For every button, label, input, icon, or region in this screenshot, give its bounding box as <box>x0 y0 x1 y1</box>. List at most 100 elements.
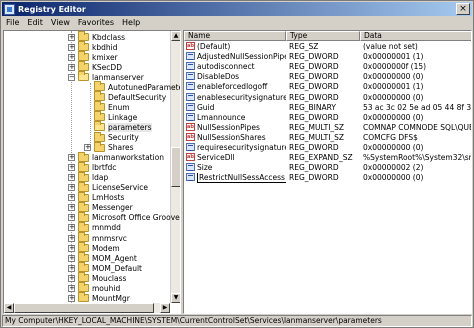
expand-icon[interactable]: + <box>68 164 75 172</box>
expand-icon[interactable]: + <box>84 144 91 152</box>
menu-file[interactable]: File <box>2 18 23 27</box>
folder-icon <box>78 282 89 293</box>
value-name-cell: ab (Default) <box>186 42 286 52</box>
scroll-up-icon[interactable]: ▲ <box>171 31 180 41</box>
value-type-cell: REG_DWORD <box>289 52 339 62</box>
expand-icon[interactable]: + <box>68 214 75 222</box>
tree-item-mouclass[interactable]: + Mouclass <box>68 272 126 283</box>
tree-item-ksecdd[interactable]: + KSecDD <box>68 61 122 72</box>
tree-item-mountmgr[interactable]: + MountMgr <box>68 292 130 303</box>
value-row[interactable]: enableforcedlogoff REG_DWORD 0x00000001 (1… <box>184 82 471 92</box>
value-row[interactable]: enablesecuritysignature REG_DWORD 0x000000… <box>184 92 471 103</box>
expand-icon[interactable]: + <box>68 154 75 162</box>
value-name-cell: ab ServiceDll <box>186 153 286 163</box>
value-name: NullSessionShares <box>197 132 266 142</box>
title-bar[interactable]: Registry Editor × <box>2 2 472 16</box>
registry-values-list[interactable]: Name Type Data ab (Default) REG_SZ (value n… <box>183 30 472 314</box>
folder-icon <box>78 221 89 232</box>
tree-hscroll-thumb[interactable] <box>14 303 154 313</box>
string-value-icon: ab <box>186 122 195 131</box>
tree-item-mnmsrvc[interactable]: + mnmsrvc <box>68 232 127 243</box>
scroll-right-icon[interactable]: ▶ <box>160 303 170 313</box>
tree-item-lmhosts[interactable]: + LmHosts <box>68 191 124 203</box>
expand-icon[interactable]: + <box>68 244 75 252</box>
tree-item-kbdclass[interactable]: + Kbdclass <box>68 31 126 42</box>
expand-icon[interactable]: + <box>68 174 75 182</box>
tree-item-kbdhid[interactable]: + kbdhid <box>68 41 117 52</box>
value-row[interactable]: autodisconnect REG_DWORD 0x0000000f (15) <box>184 62 471 72</box>
tree-item-label: DefaultSecurity <box>108 92 167 102</box>
scroll-left-icon[interactable]: ◀ <box>4 303 14 313</box>
tree-horizontal-scrollbar[interactable]: ◀ ▶ <box>4 303 170 313</box>
value-type-cell: REG_SZ <box>289 42 319 51</box>
tree-item-shares[interactable]: + Shares <box>84 141 134 153</box>
tree-item-security[interactable]: Security <box>84 131 139 143</box>
tree-item-linkage[interactable]: Linkage <box>84 111 137 122</box>
column-header-type[interactable]: Type <box>286 31 360 41</box>
binary-value-icon <box>186 82 195 91</box>
tree-vertical-scrollbar[interactable]: ▲ ▼ <box>170 31 180 303</box>
value-name-edit-field[interactable]: RestrictNullSessAccess <box>197 173 286 184</box>
tree-item-ldap[interactable]: + ldap <box>68 171 108 183</box>
value-row[interactable]: AdjustedNullSessionPipes REG_DWORD 0x00000… <box>184 52 471 62</box>
value-row[interactable]: Lmannounce REG_DWORD 0x00000000 (0) <box>184 112 471 123</box>
folder-icon <box>78 41 89 52</box>
expand-icon[interactable]: + <box>68 63 75 71</box>
tree-item-modem[interactable]: + Modem <box>68 242 120 253</box>
expand-icon[interactable]: + <box>68 254 75 262</box>
value-row[interactable]: DisableDos REG_DWORD 0x00000000 (0) <box>184 72 471 82</box>
expand-icon[interactable]: + <box>68 234 75 242</box>
expand-icon[interactable]: + <box>68 274 75 282</box>
menu-edit[interactable]: Edit <box>23 18 47 27</box>
value-row[interactable]: Size REG_DWORD 0x00000002 (2) <box>184 163 471 173</box>
menu-help[interactable]: Help <box>118 18 144 27</box>
expand-icon[interactable]: + <box>68 43 75 51</box>
tree-item-enum[interactable]: Enum <box>84 101 130 112</box>
expand-icon[interactable]: + <box>68 194 75 202</box>
registry-key-tree[interactable]: ▲ ▼ ◀ ▶ + Kbdclass + kbdhid + kmixer + KSecDD − l… <box>3 30 181 314</box>
scroll-down-icon[interactable]: ▼ <box>171 293 180 303</box>
value-type-cell: REG_DWORD <box>289 163 339 173</box>
value-name-cell: Size <box>186 163 286 173</box>
value-row[interactable]: ab NullSessionShares REG_MULTI_SZ COMCFG DF… <box>184 132 471 143</box>
value-row[interactable]: ab ServiceDll REG_EXPAND_SZ %SystemRoot%\Sy… <box>184 153 471 163</box>
menu-bar: File Edit View Favorites Help <box>2 16 472 29</box>
tree-item-kmixer[interactable]: + kmixer <box>68 51 118 62</box>
expand-icon[interactable]: + <box>68 204 75 212</box>
value-row[interactable]: ab NullSessionPipes REG_MULTI_SZ COMNAP COM… <box>184 122 471 133</box>
column-header-data[interactable]: Data <box>360 31 471 41</box>
binary-value-icon <box>186 52 195 61</box>
expand-icon[interactable]: + <box>68 294 75 302</box>
expand-icon[interactable]: + <box>68 33 75 41</box>
expand-icon[interactable]: + <box>68 224 75 232</box>
tree-scroll-thumb[interactable] <box>171 147 180 187</box>
value-name-cell: enablesecuritysignature <box>186 92 286 103</box>
expand-icon[interactable]: + <box>68 284 75 292</box>
value-row[interactable]: RestrictNullSessAccess REG_DWORD 0x0000000… <box>184 173 471 184</box>
menu-view[interactable]: View <box>47 18 74 27</box>
collapse-icon[interactable]: − <box>68 73 75 81</box>
value-type-cell: REG_DWORD <box>289 82 339 92</box>
value-row[interactable]: requiresecuritysignature REG_DWORD 0x00000… <box>184 143 471 153</box>
tree-item-mnmdd[interactable]: + mnmdd <box>68 221 121 233</box>
menu-favorites[interactable]: Favorites <box>74 18 118 27</box>
expand-icon[interactable]: + <box>68 264 75 272</box>
value-data-cell: 0x00000001 (1) <box>363 82 424 92</box>
tree-item-mouhid[interactable]: + mouhid <box>68 282 120 293</box>
column-header-name[interactable]: Name <box>184 31 286 41</box>
tree-item-label: Kbdclass <box>92 32 126 42</box>
folder-icon <box>78 262 89 273</box>
close-button[interactable]: × <box>456 3 470 15</box>
value-name-cell: ab NullSessionPipes <box>186 122 286 133</box>
value-row[interactable]: ab (Default) REG_SZ (value not set) <box>184 42 471 52</box>
folder-icon <box>78 31 89 41</box>
tree-item-label: Security <box>108 133 139 142</box>
value-row[interactable]: Guid REG_BINARY 53 ac 3c 02 5e ad 05 44 8f… <box>184 102 471 113</box>
expand-icon[interactable]: + <box>68 184 75 192</box>
tree-item-lbrtfdc[interactable]: + lbrtfdc <box>68 161 116 173</box>
value-name-cell: requiresecuritysignature <box>186 143 286 153</box>
tree-item-label: MOM_Default <box>92 263 142 273</box>
expand-icon[interactable]: + <box>68 53 75 61</box>
tree-item-label: MOM_Agent <box>92 253 137 263</box>
tree-item-lanmanserver[interactable]: − lanmanserver <box>68 71 144 82</box>
